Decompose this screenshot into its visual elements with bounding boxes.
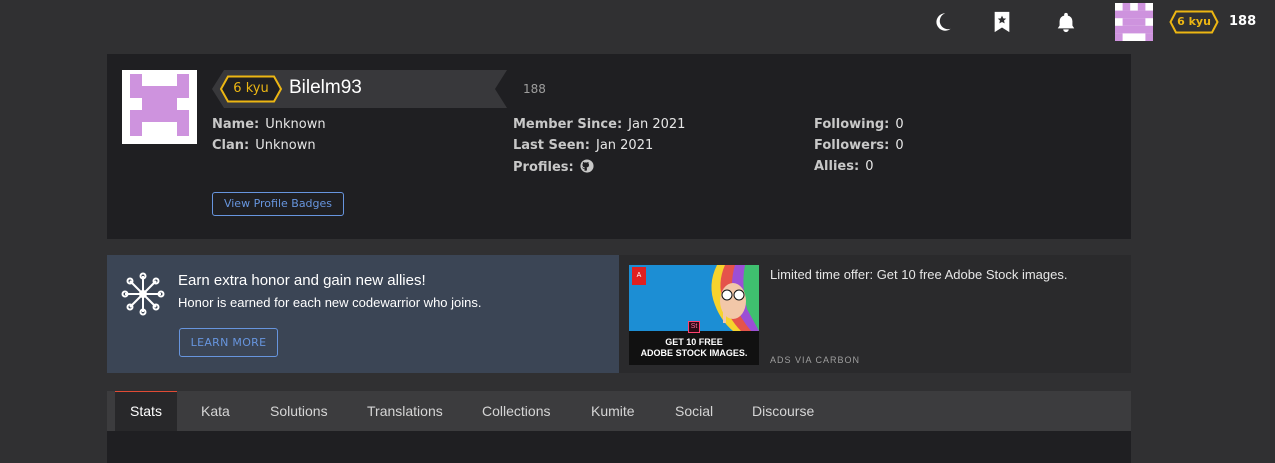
- top-bar: 6 kyu 188: [0, 0, 1275, 44]
- bookmark-icon[interactable]: [990, 10, 1014, 34]
- honor-count: 188: [1229, 14, 1257, 29]
- stat-value: 0: [895, 117, 904, 132]
- view-profile-badges-button[interactable]: View Profile Badges: [212, 192, 344, 216]
- tab-kata[interactable]: Kata: [201, 391, 230, 431]
- stat-value: 0: [895, 138, 904, 153]
- stat-last-seen: Last Seen: Jan 2021: [513, 138, 653, 154]
- network-icon: [121, 272, 165, 316]
- stat-label: Last Seen:: [513, 138, 590, 153]
- tab-stats[interactable]: Stats: [115, 391, 177, 431]
- stat-allies: Allies: 0: [814, 159, 873, 175]
- stat-label: Profiles:: [513, 160, 574, 175]
- stat-label: Clan:: [212, 138, 250, 153]
- rank-badge[interactable]: 6 kyu: [1169, 10, 1219, 34]
- stat-profiles: Profiles:: [513, 159, 594, 176]
- bell-icon[interactable]: [1054, 10, 1078, 34]
- tab-collections[interactable]: Collections: [482, 391, 550, 431]
- adobe-stock-badge: St: [688, 321, 700, 333]
- stat-label: Member Since:: [513, 117, 623, 132]
- ad-cta: GET 10 FREE ADOBE STOCK IMAGES.: [629, 337, 759, 359]
- rank-label: 6 kyu: [1177, 15, 1211, 28]
- tab-content: [107, 431, 1131, 463]
- referral-title: Earn extra honor and gain new allies!: [178, 272, 426, 289]
- profile-rank-label: 6 kyu: [233, 81, 269, 96]
- stat-label: Allies:: [814, 159, 860, 174]
- stat-value: Jan 2021: [595, 138, 654, 153]
- github-icon[interactable]: [580, 159, 594, 173]
- carbon-ad: A St GET 10 FREE ADOBE STOCK IMAGES. Lim…: [619, 255, 1131, 373]
- adobe-logo: A: [632, 267, 646, 285]
- stat-value: Unknown: [255, 138, 316, 153]
- stat-label: Following:: [814, 117, 890, 132]
- stat-name: Name: Unknown: [212, 117, 326, 133]
- ad-cta-line-1: GET 10 FREE: [665, 337, 723, 347]
- profile-tabs: Stats Kata Solutions Translations Collec…: [107, 391, 1131, 431]
- moon-icon[interactable]: [930, 10, 954, 34]
- tab-discourse[interactable]: Discourse: [752, 391, 814, 431]
- user-avatar[interactable]: [1115, 3, 1153, 41]
- tab-translations[interactable]: Translations: [367, 391, 443, 431]
- ad-cta-line-2: ADOBE STOCK IMAGES.: [640, 348, 748, 358]
- referral-subtitle: Honor is earned for each new codewarrior…: [178, 295, 482, 310]
- referral-banner: Earn extra honor and gain new allies! Ho…: [107, 255, 619, 373]
- stat-member-since: Member Since: Jan 2021: [513, 117, 685, 133]
- tab-kumite[interactable]: Kumite: [591, 391, 635, 431]
- stat-value: Jan 2021: [628, 117, 686, 132]
- stat-value: Unknown: [265, 117, 326, 132]
- ad-image[interactable]: A St GET 10 FREE ADOBE STOCK IMAGES.: [629, 265, 759, 365]
- profile-rank-badge: 6 kyu: [219, 75, 283, 103]
- stat-label: Name:: [212, 117, 260, 132]
- stat-clan: Clan: Unknown: [212, 138, 316, 154]
- ad-text[interactable]: Limited time offer: Get 10 free Adobe St…: [770, 267, 1110, 282]
- stat-following: Following: 0: [814, 117, 904, 133]
- tab-solutions[interactable]: Solutions: [270, 391, 328, 431]
- tab-social[interactable]: Social: [675, 391, 713, 431]
- stat-value: 0: [865, 159, 874, 174]
- learn-more-button[interactable]: LEARN MORE: [179, 328, 278, 357]
- stat-followers: Followers: 0: [814, 138, 904, 154]
- ads-via-carbon-link[interactable]: ADS VIA CARBON: [770, 355, 860, 365]
- profile-username: Bilelm93: [289, 77, 362, 98]
- profile-honor: 188: [523, 82, 546, 96]
- stat-label: Followers:: [814, 138, 890, 153]
- profile-avatar: [122, 70, 197, 144]
- profile-card: 6 kyu Bilelm93 188 Name: Unknown Clan: Unk…: [107, 54, 1131, 239]
